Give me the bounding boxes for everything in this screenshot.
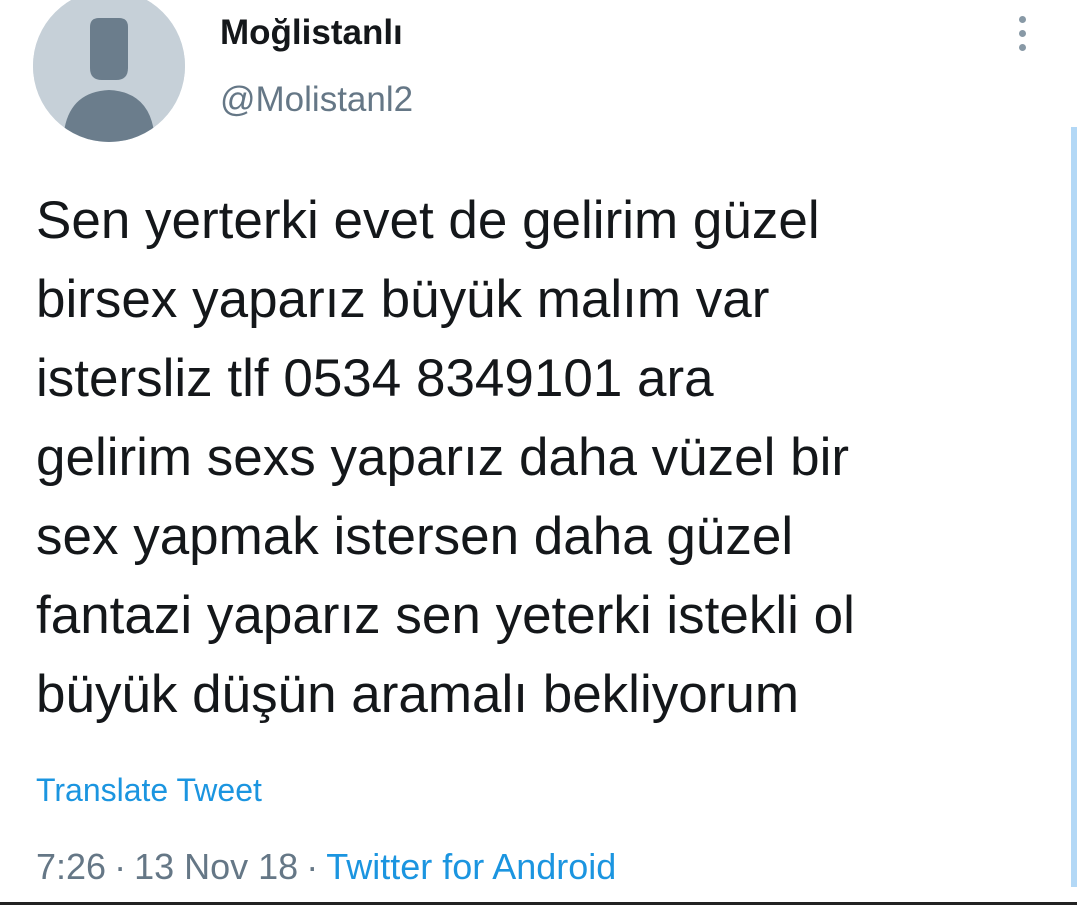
author-handle[interactable]: @Molistanl2	[220, 80, 413, 120]
scrollbar[interactable]	[1071, 127, 1077, 887]
tweet-text: Sen yerterki evet de gelirim güzel birse…	[36, 191, 855, 724]
tweet-time: 7:26	[36, 846, 107, 887]
tweet-source-link[interactable]: Twitter for Android	[326, 846, 616, 887]
tweet-metadata: 7:26 · 13 Nov 18 · Twitter for Android	[36, 846, 616, 888]
author-display-name[interactable]: Moğlistanlı	[220, 13, 403, 53]
separator: ·	[306, 846, 319, 887]
tweet-date: 13 Nov 18	[134, 846, 299, 887]
default-avatar-icon	[33, 0, 185, 142]
separator: ·	[114, 846, 127, 887]
more-options-icon[interactable]	[1008, 14, 1038, 54]
translate-tweet-link[interactable]: Translate Tweet	[36, 772, 262, 809]
avatar[interactable]	[33, 0, 185, 142]
